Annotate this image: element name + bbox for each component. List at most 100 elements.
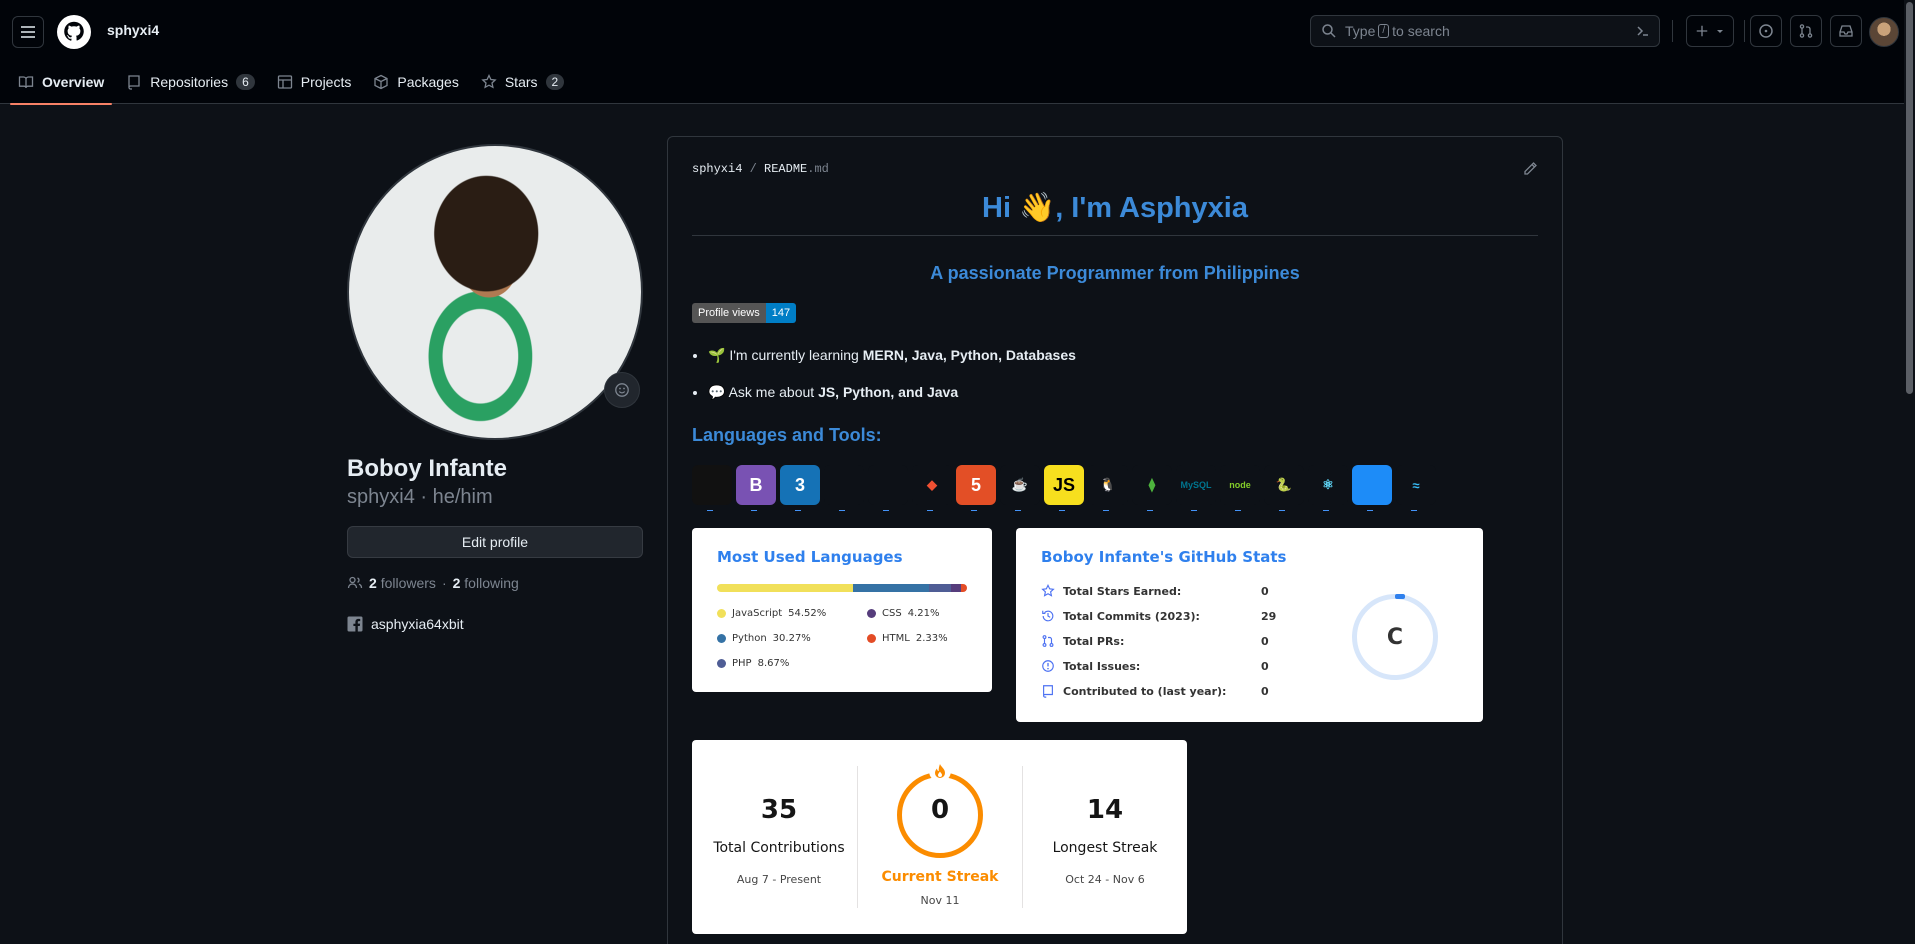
nodejs-icon[interactable]: node bbox=[1220, 465, 1260, 511]
stat-label: Total Stars Earned: bbox=[1063, 584, 1182, 598]
tailwind-icon[interactable]: ≈ bbox=[1396, 465, 1436, 511]
create-new-button[interactable] bbox=[1686, 15, 1734, 47]
github-stats-card[interactable]: Boboy Infante's GitHub Stats Total Stars… bbox=[1016, 528, 1483, 722]
tab-label: Repositories bbox=[150, 74, 229, 90]
tab-stars[interactable]: Stars 2 bbox=[471, 60, 574, 104]
swift-icon[interactable] bbox=[1352, 465, 1392, 511]
followers-link[interactable]: 2 followers bbox=[369, 575, 436, 591]
javascript-icon[interactable]: JS bbox=[1044, 465, 1084, 511]
python-icon[interactable]: 🐍 bbox=[1264, 465, 1304, 511]
context-username[interactable]: sphyxi4 bbox=[107, 22, 159, 38]
language-bar-segment bbox=[717, 584, 854, 592]
tab-overview[interactable]: Overview bbox=[8, 60, 114, 105]
language-dot bbox=[717, 634, 726, 643]
social-link-facebook[interactable]: asphyxia64xbit bbox=[347, 616, 464, 632]
mongodb-icon[interactable]: ⧫ bbox=[1132, 465, 1172, 511]
bullet-bold: JS, Python, and Java bbox=[818, 384, 959, 400]
language-bar-segment bbox=[853, 584, 929, 592]
menu-button[interactable] bbox=[12, 16, 44, 48]
bullet-bold: MERN, Java, Python, Databases bbox=[862, 347, 1076, 363]
stat-row: Total Commits (2023): bbox=[1041, 609, 1200, 623]
readme-path: sphyxi4 / README.md bbox=[692, 162, 829, 176]
tab-projects[interactable]: Projects bbox=[267, 60, 362, 104]
bullet-text: I'm currently learning bbox=[729, 347, 863, 363]
following-link[interactable]: 2 following bbox=[453, 575, 519, 591]
most-used-languages-card[interactable]: Most Used Languages JavaScript 54.52% Pyt… bbox=[692, 528, 992, 692]
readme-owner[interactable]: sphyxi4 bbox=[692, 162, 742, 176]
stat-value: 0 bbox=[1261, 585, 1269, 598]
repo-icon bbox=[128, 75, 140, 90]
total-contributions-range: Aug 7 - Present bbox=[736, 873, 822, 886]
html5-icon[interactable]: 5 bbox=[956, 465, 996, 511]
facebook-handle: asphyxia64xbit bbox=[371, 616, 464, 632]
current-streak-value: 0 bbox=[930, 795, 950, 825]
readme-subheading: A passionate Programmer from Philippines bbox=[930, 263, 1300, 283]
language-dot bbox=[867, 634, 876, 643]
linux-icon[interactable]: 🐧 bbox=[1088, 465, 1128, 511]
readme-filename[interactable]: README bbox=[764, 162, 807, 176]
github-logo-icon[interactable] bbox=[57, 15, 91, 49]
language-bar-segment bbox=[950, 584, 962, 592]
bootstrap-icon[interactable]: B bbox=[736, 465, 776, 511]
waving-hand-icon: 👋 bbox=[1019, 192, 1056, 224]
profile-avatar[interactable] bbox=[347, 144, 643, 440]
language-dot bbox=[717, 609, 726, 618]
profile-tabs: Overview Repositories 6 Projects Package… bbox=[8, 60, 576, 105]
page-scrollbar[interactable] bbox=[1904, 0, 1915, 944]
people-icon bbox=[347, 576, 363, 589]
longest-streak-label: Longest Streak bbox=[1052, 840, 1158, 856]
tab-packages[interactable]: Packages bbox=[363, 60, 468, 104]
react-icon[interactable]: ⚛ bbox=[1308, 465, 1348, 511]
total-contributions-label: Total Contributions bbox=[713, 840, 845, 856]
facebook-icon bbox=[347, 616, 363, 632]
language-bar-segment bbox=[961, 584, 967, 592]
profile-full-name: Boboy Infante bbox=[347, 455, 507, 482]
stat-value: 0 bbox=[1261, 635, 1269, 648]
languages-bar bbox=[717, 584, 967, 592]
language-name: JavaScript bbox=[732, 608, 783, 619]
pencil-icon[interactable] bbox=[1522, 161, 1538, 177]
tab-repositories[interactable]: Repositories 6 bbox=[116, 60, 265, 104]
language-name: CSS bbox=[882, 608, 902, 619]
language-item: CSS 4.21% bbox=[867, 608, 939, 619]
aws-icon[interactable] bbox=[692, 465, 732, 511]
language-bar-segment bbox=[928, 584, 951, 592]
inbox-button[interactable] bbox=[1830, 15, 1862, 47]
stars-counter: 2 bbox=[545, 74, 565, 90]
rank-circle: C bbox=[1352, 594, 1438, 680]
edit-profile-button[interactable]: Edit profile bbox=[347, 526, 643, 558]
stat-value: 29 bbox=[1261, 610, 1277, 623]
language-item: HTML 2.33% bbox=[867, 633, 948, 644]
java-icon[interactable]: ☕ bbox=[1000, 465, 1040, 511]
pull-requests-button[interactable] bbox=[1790, 15, 1822, 47]
language-dot bbox=[867, 609, 876, 618]
tab-label: Projects bbox=[300, 74, 352, 90]
streak-stats-card[interactable]: 35 Total Contributions Aug 7 - Present 0… bbox=[692, 740, 1187, 934]
readme-path-separator: / bbox=[749, 162, 757, 176]
mysql-icon[interactable]: MySQL bbox=[1176, 465, 1216, 511]
search-shortcut-key: / bbox=[1378, 24, 1390, 38]
stat-row: Total Issues: bbox=[1041, 659, 1140, 673]
language-pct: 2.33% bbox=[915, 633, 948, 644]
book-icon bbox=[18, 76, 34, 89]
follow-dot: · bbox=[441, 575, 447, 591]
language-pct: 4.21% bbox=[907, 608, 940, 619]
express-icon[interactable] bbox=[824, 465, 864, 511]
flask-icon[interactable] bbox=[868, 465, 908, 511]
git-icon[interactable]: ◆ bbox=[912, 465, 952, 511]
user-avatar-button[interactable] bbox=[1869, 17, 1899, 47]
language-pct: 8.67% bbox=[757, 658, 790, 669]
heading-prefix: Hi bbox=[982, 192, 1012, 224]
command-palette-icon[interactable] bbox=[1635, 23, 1651, 39]
css3-icon[interactable]: 3 bbox=[780, 465, 820, 511]
streak-divider bbox=[857, 766, 858, 908]
global-header: sphyxi4 Type / to search Overview Reposi… bbox=[0, 0, 1915, 105]
seedling-icon: 🌱 bbox=[708, 347, 726, 363]
search-input[interactable]: Type / to search bbox=[1310, 15, 1660, 47]
badge-label: Profile views bbox=[692, 303, 766, 323]
scrollbar-thumb[interactable] bbox=[1906, 2, 1913, 394]
issues-button[interactable] bbox=[1750, 15, 1782, 47]
set-status-button[interactable] bbox=[604, 372, 640, 408]
total-contributions-value: 35 bbox=[760, 795, 798, 825]
followers-label: followers bbox=[380, 575, 436, 591]
